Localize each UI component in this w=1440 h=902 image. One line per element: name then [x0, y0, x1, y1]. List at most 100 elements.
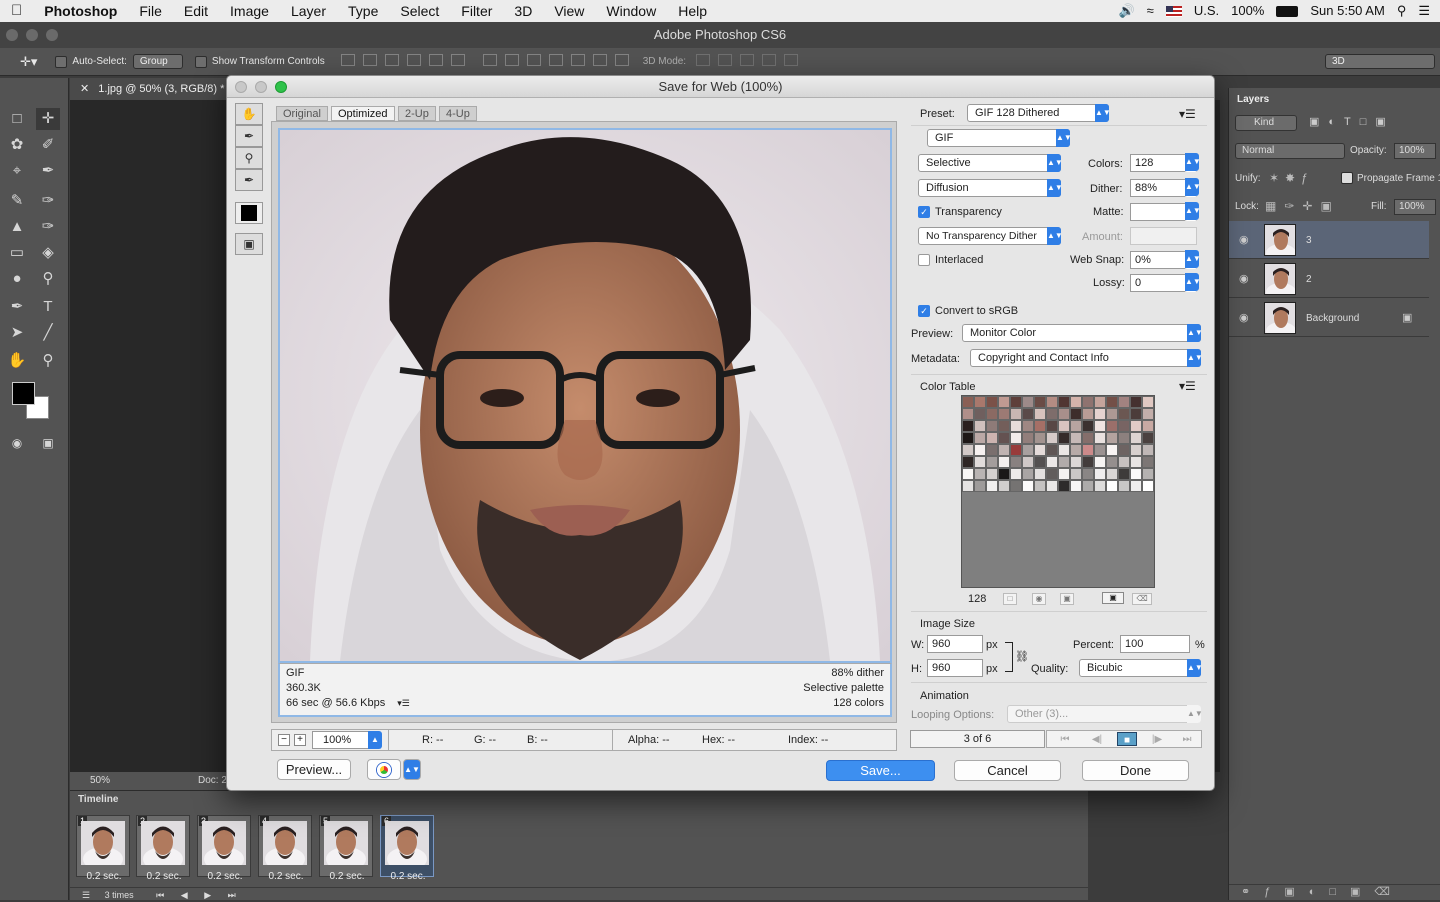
- height-field[interactable]: 960: [927, 659, 983, 677]
- preview-dropdown[interactable]: Monitor Color ▲▼: [962, 324, 1203, 342]
- timeline-menu-icon[interactable]: ☰: [82, 890, 90, 900]
- color-swatch[interactable]: [1010, 456, 1022, 468]
- color-swatch[interactable]: [1046, 396, 1058, 408]
- color-swatch[interactable]: [974, 480, 986, 492]
- color-swatch[interactable]: [1106, 456, 1118, 468]
- color-swatch[interactable]: [1094, 480, 1106, 492]
- color-swatch[interactable]: [1046, 420, 1058, 432]
- color-swatch[interactable]: [1070, 432, 1082, 444]
- window-minimize-button[interactable]: [26, 29, 38, 41]
- color-swatch[interactable]: [1022, 396, 1034, 408]
- color-swatch[interactable]: [1010, 396, 1022, 408]
- window-close-button[interactable]: [6, 29, 18, 41]
- color-swatch[interactable]: [962, 444, 974, 456]
- optimize-menu-icon[interactable]: ▾☰: [1179, 107, 1196, 121]
- download-rate-menu-icon[interactable]: ▾☰: [397, 698, 410, 708]
- color-swatch[interactable]: [1106, 468, 1118, 480]
- color-swatch[interactable]: [1118, 432, 1130, 444]
- zoom-out-button[interactable]: −: [278, 734, 290, 746]
- hand-tool-icon[interactable]: ✋: [5, 350, 29, 372]
- fill-input[interactable]: 100%: [1394, 199, 1436, 215]
- foreground-color-swatch[interactable]: [12, 382, 35, 405]
- color-swatch[interactable]: [974, 444, 986, 456]
- color-swatch[interactable]: [986, 408, 998, 420]
- done-button[interactable]: Done: [1082, 760, 1189, 781]
- frame-delay[interactable]: 0.2 sec.: [259, 871, 313, 882]
- color-swatch[interactable]: [1034, 408, 1046, 420]
- color-reduction-dropdown[interactable]: Selective ▲▼: [918, 154, 1063, 172]
- color-swatch[interactable]: [1106, 432, 1118, 444]
- line-tool-icon[interactable]: ╱: [36, 322, 60, 344]
- color-table-menu-icon[interactable]: ▾☰: [1179, 379, 1196, 393]
- color-swatch[interactable]: [1022, 432, 1034, 444]
- color-swatch[interactable]: [1094, 468, 1106, 480]
- auto-select-dropdown[interactable]: Group: [132, 54, 183, 69]
- propagate-checkbox[interactable]: [1341, 172, 1353, 184]
- quick-mask-icon[interactable]: ◉: [5, 432, 29, 454]
- color-swatch[interactable]: [1070, 396, 1082, 408]
- color-swatch[interactable]: [1010, 408, 1022, 420]
- spotlight-icon[interactable]: ⚲: [1397, 0, 1407, 22]
- eye-icon[interactable]: ◉: [1239, 272, 1249, 285]
- color-swatch[interactable]: [998, 432, 1010, 444]
- transform-controls-checkbox[interactable]: [194, 55, 207, 68]
- interlaced-checkbox[interactable]: [918, 254, 930, 266]
- color-swatch[interactable]: [1034, 444, 1046, 456]
- optimized-preview-image[interactable]: [278, 128, 892, 663]
- color-swatch[interactable]: [1010, 420, 1022, 432]
- stop-icon[interactable]: ■: [1117, 732, 1137, 746]
- color-swatch[interactable]: [1058, 480, 1070, 492]
- type-tool-icon[interactable]: T: [36, 296, 60, 318]
- quick-select-tool-icon[interactable]: ✐: [36, 134, 60, 156]
- color-swatch[interactable]: [1070, 408, 1082, 420]
- web-shift-icon[interactable]: ◉: [1032, 593, 1046, 605]
- eyedropper-color-swatch[interactable]: [235, 202, 263, 224]
- color-swatch[interactable]: [1046, 468, 1058, 480]
- color-swatch[interactable]: [998, 468, 1010, 480]
- color-swatch[interactable]: [1058, 444, 1070, 456]
- transparency-dither-dropdown[interactable]: No Transparency Dither ▲▼: [918, 227, 1063, 245]
- color-swatch[interactable]: [998, 420, 1010, 432]
- color-swatch[interactable]: [1070, 420, 1082, 432]
- color-swatch[interactable]: [1094, 396, 1106, 408]
- color-table[interactable]: [961, 395, 1155, 588]
- dialog-close-button[interactable]: [235, 81, 247, 93]
- lock-icons[interactable]: ▦✑✛▣: [1265, 199, 1340, 213]
- color-swatch[interactable]: [998, 444, 1010, 456]
- color-swatch[interactable]: [1046, 408, 1058, 420]
- zoom-in-button[interactable]: +: [294, 734, 306, 746]
- color-swatch[interactable]: [1082, 432, 1094, 444]
- color-swatch[interactable]: [974, 396, 986, 408]
- chain-link-icon[interactable]: ⛓: [1015, 650, 1029, 664]
- color-swatch[interactable]: [1034, 468, 1046, 480]
- color-swatch[interactable]: [1082, 480, 1094, 492]
- color-swatch[interactable]: [1034, 480, 1046, 492]
- menu-app-name[interactable]: Photoshop: [33, 0, 128, 22]
- frame-delay[interactable]: 0.2 sec.: [77, 871, 131, 882]
- color-swatch[interactable]: [1046, 432, 1058, 444]
- color-swatch[interactable]: [1082, 456, 1094, 468]
- pen-tool-icon[interactable]: ✒: [5, 296, 29, 318]
- color-swatch[interactable]: [1046, 480, 1058, 492]
- color-swatch[interactable]: [1118, 468, 1130, 480]
- wifi-icon[interactable]: ≈: [1147, 0, 1154, 22]
- dither-stepper-icon[interactable]: ▲▼: [1185, 178, 1201, 196]
- color-swatch[interactable]: [962, 420, 974, 432]
- filter-icons[interactable]: ▣◐T□▣: [1309, 115, 1429, 131]
- convert-srgb-checkbox[interactable]: ✓: [918, 305, 930, 317]
- color-swatch[interactable]: [986, 468, 998, 480]
- color-swatch[interactable]: [986, 480, 998, 492]
- healing-tool-icon[interactable]: ✎: [5, 190, 29, 212]
- color-swatch[interactable]: [974, 408, 986, 420]
- color-swatch[interactable]: [1118, 456, 1130, 468]
- workspace-dropdown[interactable]: 3D: [1325, 54, 1435, 69]
- timeline-frame-selected[interactable]: 6 0.2 sec.: [380, 815, 434, 882]
- menu-select[interactable]: Select: [389, 0, 450, 22]
- auto-select-checkbox[interactable]: [55, 55, 68, 68]
- color-swatch[interactable]: [1010, 432, 1022, 444]
- color-swatch[interactable]: [1106, 480, 1118, 492]
- transparency-checkbox[interactable]: ✓: [918, 206, 930, 218]
- move-tool-icon[interactable]: ✛: [36, 108, 60, 130]
- color-swatch[interactable]: [1034, 396, 1046, 408]
- color-swatch[interactable]: [962, 468, 974, 480]
